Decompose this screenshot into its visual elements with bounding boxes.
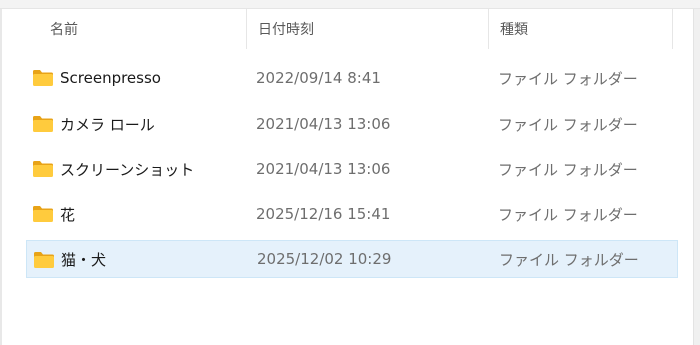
item-date: 2022/09/14 8:41 <box>256 69 381 87</box>
column-header-date[interactable]: 日付時刻 <box>258 9 314 49</box>
list-item[interactable]: Screenpresso 2022/09/14 8:41 ファイル フォルダー <box>26 59 678 97</box>
item-name: スクリーンショット <box>60 160 195 179</box>
folder-icon <box>34 252 54 268</box>
column-separator[interactable] <box>488 9 489 49</box>
folder-icon <box>33 161 53 177</box>
column-header-name-label: 名前 <box>50 22 78 38</box>
column-header-bar: 名前 日付時刻 種類 <box>2 9 693 49</box>
column-header-name[interactable]: 名前 <box>50 9 78 49</box>
item-name: カメラ ロール <box>60 115 155 134</box>
column-header-date-label: 日付時刻 <box>258 22 314 38</box>
left-edge <box>0 9 2 345</box>
column-separator[interactable] <box>672 9 673 49</box>
folder-icon <box>33 206 53 222</box>
item-type: ファイル フォルダー <box>498 115 638 134</box>
item-type: ファイル フォルダー <box>499 250 639 269</box>
column-header-type-label: 種類 <box>500 22 528 38</box>
item-name: 花 <box>60 205 76 224</box>
column-header-type[interactable]: 種類 <box>500 9 528 49</box>
vertical-scrollbar[interactable] <box>693 9 700 345</box>
item-date: 2025/12/16 15:41 <box>256 205 391 223</box>
item-date: 2021/04/13 13:06 <box>256 160 391 178</box>
item-type: ファイル フォルダー <box>498 69 638 88</box>
list-item[interactable]: カメラ ロール 2021/04/13 13:06 ファイル フォルダー <box>26 105 678 143</box>
folder-icon <box>33 116 53 132</box>
item-type: ファイル フォルダー <box>498 205 638 224</box>
item-date: 2021/04/13 13:06 <box>256 115 391 133</box>
item-type: ファイル フォルダー <box>498 160 638 179</box>
folder-icon <box>33 70 53 86</box>
top-edge <box>0 0 700 9</box>
item-name: Screenpresso <box>60 69 161 87</box>
column-separator[interactable] <box>246 9 247 49</box>
item-name: 猫・犬 <box>61 250 107 269</box>
list-item[interactable]: スクリーンショット 2021/04/13 13:06 ファイル フォルダー <box>26 150 678 188</box>
item-date: 2025/12/02 10:29 <box>257 250 392 268</box>
list-item-selected[interactable]: 猫・犬 2025/12/02 10:29 ファイル フォルダー <box>26 240 678 278</box>
list-item[interactable]: 花 2025/12/16 15:41 ファイル フォルダー <box>26 195 678 233</box>
